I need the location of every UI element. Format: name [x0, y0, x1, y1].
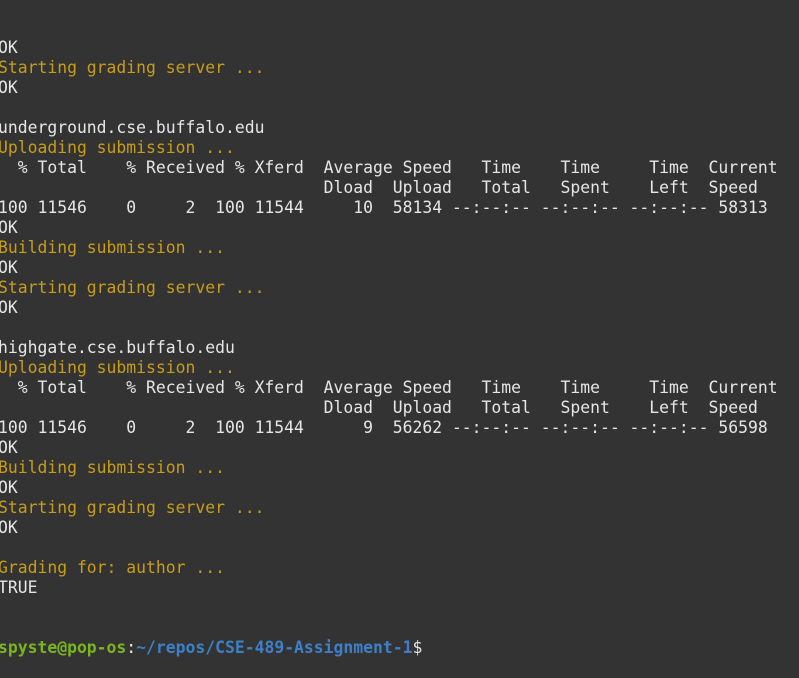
terminal-line: Starting grading server ... — [0, 278, 265, 297]
shell-prompt[interactable]: spyste@pop-os:~/repos/CSE-489-Assignment… — [0, 638, 799, 658]
terminal-line: % Total % Received % Xferd Average Speed… — [0, 378, 778, 397]
terminal-line: OK — [0, 438, 18, 457]
terminal-line: OK — [0, 78, 18, 97]
terminal-line: Dload Upload Total Spent Left Speed — [0, 398, 758, 417]
terminal-line: OK — [0, 298, 18, 317]
terminal-line: OK — [0, 218, 18, 237]
prompt-path: ~/repos/CSE-489-Assignment-1 — [136, 638, 413, 657]
prompt-separator: : — [126, 638, 137, 657]
terminal-line: % Total % Received % Xferd Average Speed… — [0, 158, 778, 177]
terminal-line: 100 11546 0 2 100 11544 10 58134 --:--:-… — [0, 198, 768, 217]
terminal-line: OK — [0, 38, 18, 57]
terminal-line: Starting grading server ... — [0, 498, 265, 517]
terminal-line: Building submission ... — [0, 458, 225, 477]
terminal-line: Grading for: author ... — [0, 558, 225, 577]
terminal-output[interactable]: OK Starting grading server ... OK undergrou… — [0, 0, 799, 678]
terminal-line: Starting grading server ... — [0, 58, 265, 77]
terminal-line: highgate.cse.buffalo.edu — [0, 338, 235, 357]
terminal-lines: OK Starting grading server ... OK undergrou… — [0, 38, 799, 598]
terminal-line: OK — [0, 518, 18, 537]
terminal-line: Uploading submission ... — [0, 358, 235, 377]
terminal-line: underground.cse.buffalo.edu — [0, 118, 265, 137]
terminal-line: Dload Upload Total Spent Left Speed — [0, 178, 758, 197]
prompt-user-host: spyste@pop-os — [0, 638, 127, 657]
terminal-line: Building submission ... — [0, 238, 225, 257]
terminal-line: 100 11546 0 2 100 11544 9 56262 --:--:--… — [0, 418, 768, 437]
prompt-symbol: $ — [412, 638, 423, 657]
terminal-line: OK — [0, 478, 18, 497]
terminal-line: TRUE — [0, 578, 38, 597]
terminal-line: Uploading submission ... — [0, 138, 235, 157]
terminal-line: OK — [0, 258, 18, 277]
